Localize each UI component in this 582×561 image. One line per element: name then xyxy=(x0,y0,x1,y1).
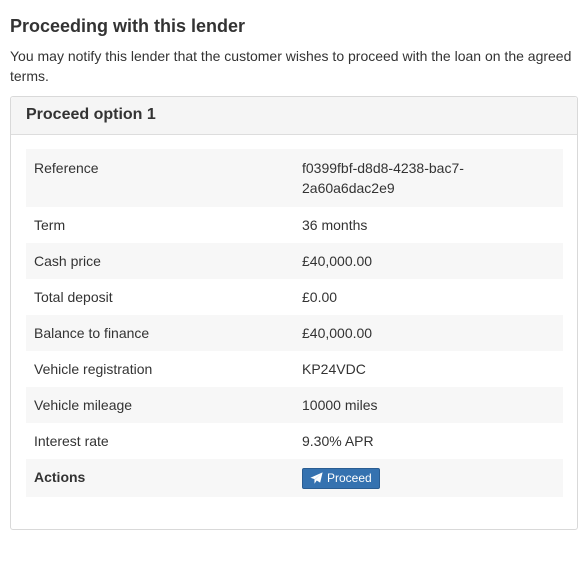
row-label-vehicle-registration: Vehicle registration xyxy=(34,361,153,377)
page-title: Proceeding with this lender xyxy=(10,16,246,36)
row-value-interest-rate: 9.30% APR xyxy=(302,433,374,449)
row-value-vehicle-mileage: 10000 miles xyxy=(294,387,563,423)
row-label-total-deposit: Total deposit xyxy=(34,289,113,305)
row-label-interest-rate: Interest rate xyxy=(34,433,109,449)
row-value-reference: f0399fbf-d8d8-4238-bac7- 2a60a6dac2e9 xyxy=(294,149,563,207)
details-table: Reference f0399fbf-d8d8-4238-bac7- 2a60a6… xyxy=(26,149,563,497)
panel-body: Reference f0399fbf-d8d8-4238-bac7- 2a60a6… xyxy=(11,135,577,511)
row-label-cash-price: Cash price xyxy=(26,243,294,279)
table-row: Vehicle registration KP24VDC xyxy=(26,351,563,387)
table-row: Term 36 months xyxy=(26,207,563,243)
row-label-vehicle-mileage: Vehicle mileage xyxy=(26,387,294,423)
row-label-term: Term xyxy=(34,217,66,233)
table-row: Cash price £40,000.00 xyxy=(26,243,563,279)
paper-plane-icon xyxy=(310,472,323,485)
table-row: Interest rate 9.30% APR xyxy=(26,423,563,459)
intro-text: You may notify this lender that the cust… xyxy=(10,48,572,84)
row-label-balance-to-finance: Balance to finance xyxy=(26,315,294,351)
row-value-balance-to-finance: £40,000.00 xyxy=(294,315,563,351)
table-row: Balance to finance £40,000.00 xyxy=(26,315,563,351)
proceed-button-label: Proceed xyxy=(327,470,372,485)
table-row: Vehicle mileage 10000 miles xyxy=(26,387,563,423)
table-row: Reference f0399fbf-d8d8-4238-bac7- 2a60a6… xyxy=(26,149,563,207)
actions-cell: Proceed xyxy=(294,459,563,497)
table-row: Total deposit £0.00 xyxy=(26,279,563,315)
row-value-vehicle-registration: KP24VDC xyxy=(302,361,366,377)
actions-label: Actions xyxy=(26,459,294,497)
proceed-option-panel: Proceed option 1 Reference f0399fbf-d8d8… xyxy=(10,96,578,530)
page-container: Proceeding with this lender You may noti… xyxy=(10,14,578,530)
row-value-cash-price: £40,000.00 xyxy=(294,243,563,279)
row-value-term: 36 months xyxy=(302,217,368,233)
row-value-total-deposit: £0.00 xyxy=(302,289,338,305)
panel-title: Proceed option 1 xyxy=(11,97,577,135)
table-row: Actions Proceed xyxy=(26,459,563,497)
proceed-button[interactable]: Proceed xyxy=(302,467,380,489)
row-label-reference: Reference xyxy=(26,149,294,207)
